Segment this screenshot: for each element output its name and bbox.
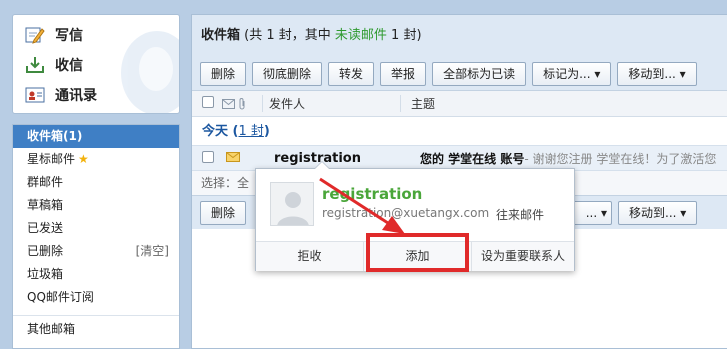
folder-divider	[13, 315, 179, 316]
folder-item[interactable]: 收件箱(1)	[13, 125, 179, 148]
folder-item-label: 星标邮件	[27, 152, 76, 166]
folder-item[interactable]: 垃圾箱	[13, 263, 179, 286]
folder-item-label: 已删除	[27, 244, 64, 258]
highlight-box	[366, 233, 469, 272]
forward-button[interactable]: 转发	[328, 61, 375, 86]
write-mail-label: 写信	[55, 28, 83, 44]
history-mail-link[interactable]: 往来邮件	[496, 206, 544, 223]
empty-trash-link[interactable]: [清空]	[136, 240, 169, 263]
contact-email: registration@xuetangx.com	[322, 206, 490, 220]
pencil-note-icon	[25, 26, 45, 44]
folder-item-label: 已发送	[27, 221, 64, 235]
reject-button[interactable]: 拒收	[256, 242, 364, 271]
envelope-icon	[222, 98, 235, 109]
select-label[interactable]: 选择：全	[201, 176, 249, 190]
left-panel: 写信 收信 通讯录 收件箱(1) 星标邮件 ★ 群邮件草稿箱已发送已删除 [清空] 垃圾箱…	[12, 14, 180, 349]
inbox-summary-prefix: (共 1 封，其中	[244, 28, 335, 43]
date-group-label: 今天	[202, 124, 229, 139]
folder-item-label: 草稿箱	[27, 198, 64, 212]
inbox-title: 收件箱	[201, 28, 241, 43]
folder-item[interactable]: 星标邮件 ★	[13, 148, 179, 171]
folder-item[interactable]: 群邮件	[13, 171, 179, 194]
contacts-label: 通讯录	[55, 88, 97, 104]
inbox-header: 收件箱 (共 1 封，其中 未读邮件 1 封)	[192, 15, 727, 57]
folder-item[interactable]: 草稿箱	[13, 194, 179, 217]
column-subject[interactable]: 主题	[400, 95, 435, 112]
set-important-button[interactable]: 设为重要联系人	[472, 242, 574, 271]
write-mail-button[interactable]: 写信	[25, 21, 83, 49]
attachment-icon	[239, 97, 245, 109]
qq-penguin-watermark	[121, 31, 179, 113]
receive-mail-button[interactable]: 收信	[25, 51, 83, 79]
contacts-button[interactable]: 通讯录	[25, 81, 97, 109]
folder-item-label: 垃圾箱	[27, 267, 64, 281]
column-header: 发件人 主题	[192, 91, 727, 117]
delete-button-bottom[interactable]: 删除	[200, 200, 247, 225]
date-group-count[interactable]: 1 封	[238, 124, 263, 139]
unread-envelope-icon	[226, 152, 240, 162]
contact-name[interactable]: registration	[322, 185, 422, 203]
delete-button[interactable]: 删除	[200, 61, 247, 86]
receive-mail-label: 收信	[55, 58, 83, 74]
email-sender[interactable]: registration	[262, 151, 420, 166]
folder-item[interactable]: 已删除 [清空]	[13, 240, 179, 263]
folder-item[interactable]: QQ邮件订阅	[13, 286, 179, 309]
avatar	[270, 182, 314, 226]
move-to-dropdown[interactable]: 移动到... ▾	[617, 61, 697, 86]
permanent-delete-button[interactable]: 彻底删除	[252, 61, 323, 86]
folder-item-label: QQ邮件订阅	[27, 290, 94, 304]
report-button[interactable]: 举报	[380, 61, 427, 86]
folder-other-mailboxes[interactable]: 其他邮箱	[13, 318, 179, 341]
folder-item-label: 群邮件	[27, 175, 64, 189]
folder-item[interactable]: 已发送	[13, 217, 179, 240]
contact-card-icon	[25, 86, 45, 104]
select-all-checkbox[interactable]	[202, 96, 214, 108]
folder-list: 收件箱(1) 星标邮件 ★ 群邮件草稿箱已发送已删除 [清空] 垃圾箱 QQ邮件订阅 其他邮…	[12, 124, 180, 349]
folder-item-label: 收件箱(1)	[27, 129, 83, 143]
email-preview[interactable]: - 谢谢您注册 学堂在线！为了激活您	[524, 150, 716, 167]
compose-panel: 写信 收信 通讯录	[12, 14, 180, 114]
star-icon: ★	[78, 152, 89, 166]
date-group-today: 今天 (1 封)	[202, 124, 270, 139]
email-subject[interactable]: 您的 学堂在线 账号	[420, 150, 524, 167]
unread-label[interactable]: 未读邮件	[335, 28, 387, 43]
mark-as-dropdown[interactable]: 标记为... ▾	[532, 61, 612, 86]
column-sender[interactable]: 发件人	[262, 95, 400, 112]
inbox-download-icon	[25, 56, 45, 74]
move-to-dropdown-bottom[interactable]: 移动到... ▾	[618, 200, 698, 225]
mark-all-read-button[interactable]: 全部标为已读	[432, 61, 527, 86]
email-row-checkbox[interactable]	[202, 150, 214, 163]
inbox-summary-suffix: 1 封)	[386, 28, 422, 43]
popup-pointer	[314, 161, 330, 169]
top-toolbar: 删除 彻底删除 转发 举报 全部标为已读 标记为... ▾ 移动到... ▾	[192, 57, 727, 91]
